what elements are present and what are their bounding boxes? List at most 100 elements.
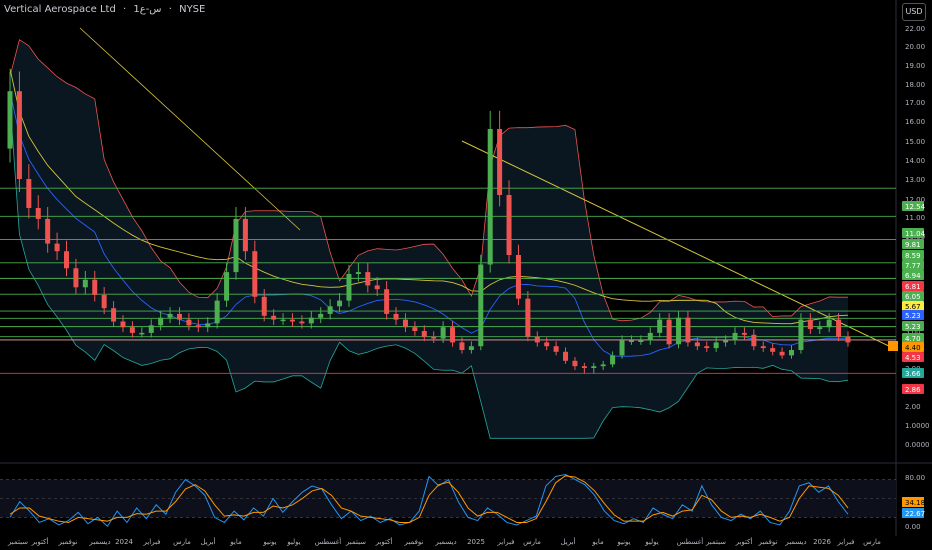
time-axis-tick: 2024 (115, 538, 133, 546)
price-axis-tick: 18.00 (905, 81, 925, 89)
candle-body (393, 313, 399, 320)
candle-body (497, 129, 503, 195)
candle-body (365, 272, 371, 286)
time-axis-tick: أبريل (560, 537, 575, 546)
candle-body (7, 91, 13, 149)
candle-body (770, 348, 776, 352)
candle-body (233, 218, 239, 273)
price-label-text: 5.67 (905, 303, 921, 311)
candle-body (167, 313, 173, 318)
time-axis-tick: 2025 (467, 538, 485, 546)
candle-body (544, 342, 550, 347)
candle-body (789, 350, 795, 356)
price-label-text: 4.70 (905, 335, 921, 343)
price-label-text: 8.59 (905, 252, 921, 260)
candle-body (73, 268, 79, 288)
candle-body (610, 355, 616, 365)
candle-body (82, 279, 88, 288)
time-axis-tick: مايو (591, 538, 604, 546)
price-label-text: 4.53 (905, 354, 921, 362)
candle-body (412, 327, 418, 331)
candle-body (158, 317, 164, 326)
candle-body (129, 327, 135, 333)
candle-body (195, 325, 201, 328)
price-axis-tick: 17.00 (905, 99, 925, 107)
candle-body (252, 251, 258, 297)
candle-body (798, 319, 804, 350)
bollinger-fill (10, 39, 848, 439)
symbol-name: Vertical Aerospace Ltd (4, 4, 116, 15)
candle-body (553, 346, 559, 352)
time-axis-tick: أغسطس (677, 537, 704, 546)
candle-body (355, 272, 361, 274)
candle-body (261, 296, 267, 316)
candle-body (280, 319, 286, 322)
candle-body (591, 366, 597, 368)
candle-body (101, 294, 107, 309)
candle-body (54, 243, 60, 252)
candle-body (186, 319, 192, 326)
candle-body (760, 346, 766, 349)
candle-body (600, 364, 606, 367)
time-axis-tick: مارس (523, 538, 541, 546)
candle-body (289, 319, 295, 322)
time-axis-tick: أغسطس (315, 537, 342, 546)
price-axis-tick: 11.00 (905, 214, 925, 222)
candle-body (402, 319, 408, 328)
price-label-text: 4.40 (905, 344, 921, 352)
candle-body (337, 300, 343, 307)
candle-body (676, 317, 682, 345)
price-axis-tick: 2.00 (905, 403, 921, 411)
time-axis-tick: نوفمبر (404, 538, 424, 546)
candle-body (431, 336, 437, 339)
price-label-text: 11.04 (905, 230, 926, 238)
candle-body (120, 321, 126, 328)
candle-body (176, 313, 182, 320)
candle-body (478, 264, 484, 347)
currency-button[interactable]: USD (902, 3, 926, 21)
price-axis-tick: 14.00 (905, 157, 925, 165)
price-axis-tick: 15.00 (905, 138, 925, 146)
time-axis-tick: ديسمبر (434, 538, 456, 546)
chart-title: Vertical Aerospace Ltd · 1س-ع · NYSE (4, 4, 206, 15)
price-label-text: 6.94 (905, 272, 921, 280)
candle-body (845, 336, 851, 343)
candle-body (704, 346, 710, 349)
candle-body (713, 342, 719, 349)
candle-body (35, 208, 41, 219)
price-chart-canvas[interactable]: 22.00 20.00 19.00 18.00 17.00 16.00 15.00 14.00… (0, 0, 932, 550)
candle-body (807, 319, 813, 330)
price-label-text: 5.23 (905, 312, 921, 320)
candle-body (205, 323, 211, 328)
candle-body (214, 300, 220, 324)
candle-body (63, 251, 69, 269)
time-axis-tick: 2026 (813, 538, 831, 546)
time-axis-tick: أكتوبر (735, 537, 753, 546)
last-price-marker (888, 341, 898, 351)
price-label-text: 7.77 (905, 262, 921, 270)
price-label-text: 2.86 (905, 386, 921, 394)
oscillator-axis-tick: 80.00 (905, 474, 925, 482)
price-axis-tick: 16.00 (905, 118, 925, 126)
candle-body (384, 289, 390, 314)
price-axis-tick: 20.00 (905, 43, 925, 51)
candle-body (16, 91, 22, 179)
candle-body (534, 336, 540, 343)
candle-body (440, 327, 446, 339)
time-axis-tick: فبراير (836, 538, 854, 546)
time-axis-tick: ديسمبر (88, 538, 110, 546)
candle-body (26, 179, 32, 208)
candle-body (741, 332, 747, 335)
time-axis-tick: مايو (229, 538, 242, 546)
candle-body (836, 319, 842, 337)
time-axis-tick: سبتمبر (7, 538, 28, 546)
candle-body (817, 327, 823, 330)
candle-body (666, 319, 672, 345)
price-axis-tick: 22.00 (905, 25, 925, 33)
time-axis-tick: يونيو (262, 538, 276, 546)
candle-body (111, 308, 117, 322)
candle-body (468, 346, 474, 350)
price-label-text: 9.81 (905, 241, 921, 249)
price-label-text: 6.81 (905, 283, 921, 291)
candle-body (619, 340, 625, 356)
